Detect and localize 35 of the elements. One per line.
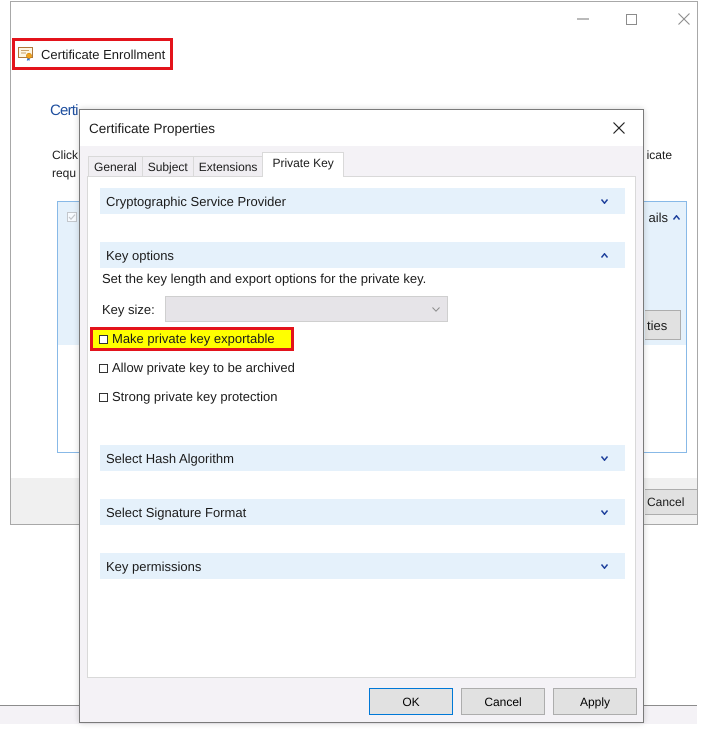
cancel-button[interactable]: Cancel	[645, 489, 697, 515]
section-header[interactable]: Key options	[100, 242, 625, 268]
close-icon[interactable]	[613, 122, 625, 134]
dialog-title: Certificate Properties	[89, 120, 216, 136]
checkbox-option[interactable]: Make private key exportable	[99, 331, 275, 347]
section-header[interactable]: Select Signature Format	[100, 499, 625, 525]
minimize-icon[interactable]	[577, 18, 589, 20]
checkbox-option[interactable]: Allow private key to be archived	[99, 360, 295, 376]
checkbox-icon[interactable]	[99, 364, 108, 372]
chevron-up-icon[interactable]	[673, 214, 680, 220]
tab[interactable]: Subject	[142, 156, 194, 176]
details-link[interactable]: ails	[648, 210, 668, 224]
section-header[interactable]: Select Hash Algorithm	[100, 445, 625, 471]
tab[interactable]: Extensions	[192, 156, 264, 176]
tab[interactable]: Private Key	[262, 152, 344, 177]
intro-text: icate	[646, 147, 672, 164]
section-header[interactable]: Key permissions	[100, 553, 625, 579]
certificate-icon	[18, 47, 34, 61]
intro-text: requ	[52, 165, 78, 182]
description-text: Set the key length and export options for the private key.	[102, 271, 428, 286]
checkbox-icon[interactable]	[99, 392, 108, 402]
dialog-button[interactable]: Cancel	[461, 688, 545, 715]
field-label: Key size:	[102, 302, 155, 316]
window-title: Certificate Enrollment	[41, 46, 166, 62]
tab[interactable]: General	[88, 156, 143, 176]
dialog-button[interactable]: OK	[369, 688, 453, 715]
properties-button[interactable]: ties	[645, 310, 681, 340]
intro-text: Click	[52, 147, 78, 164]
section-header[interactable]: Cryptographic Service Provider	[100, 188, 625, 214]
maximize-icon[interactable]	[626, 14, 637, 24]
chevron-down-icon	[432, 306, 440, 312]
checkbox-icon[interactable]	[99, 334, 108, 344]
section-heading: Certi	[50, 101, 78, 121]
dialog-button[interactable]: Apply	[553, 688, 637, 715]
checkbox-option[interactable]: Strong private key protection	[99, 389, 278, 405]
